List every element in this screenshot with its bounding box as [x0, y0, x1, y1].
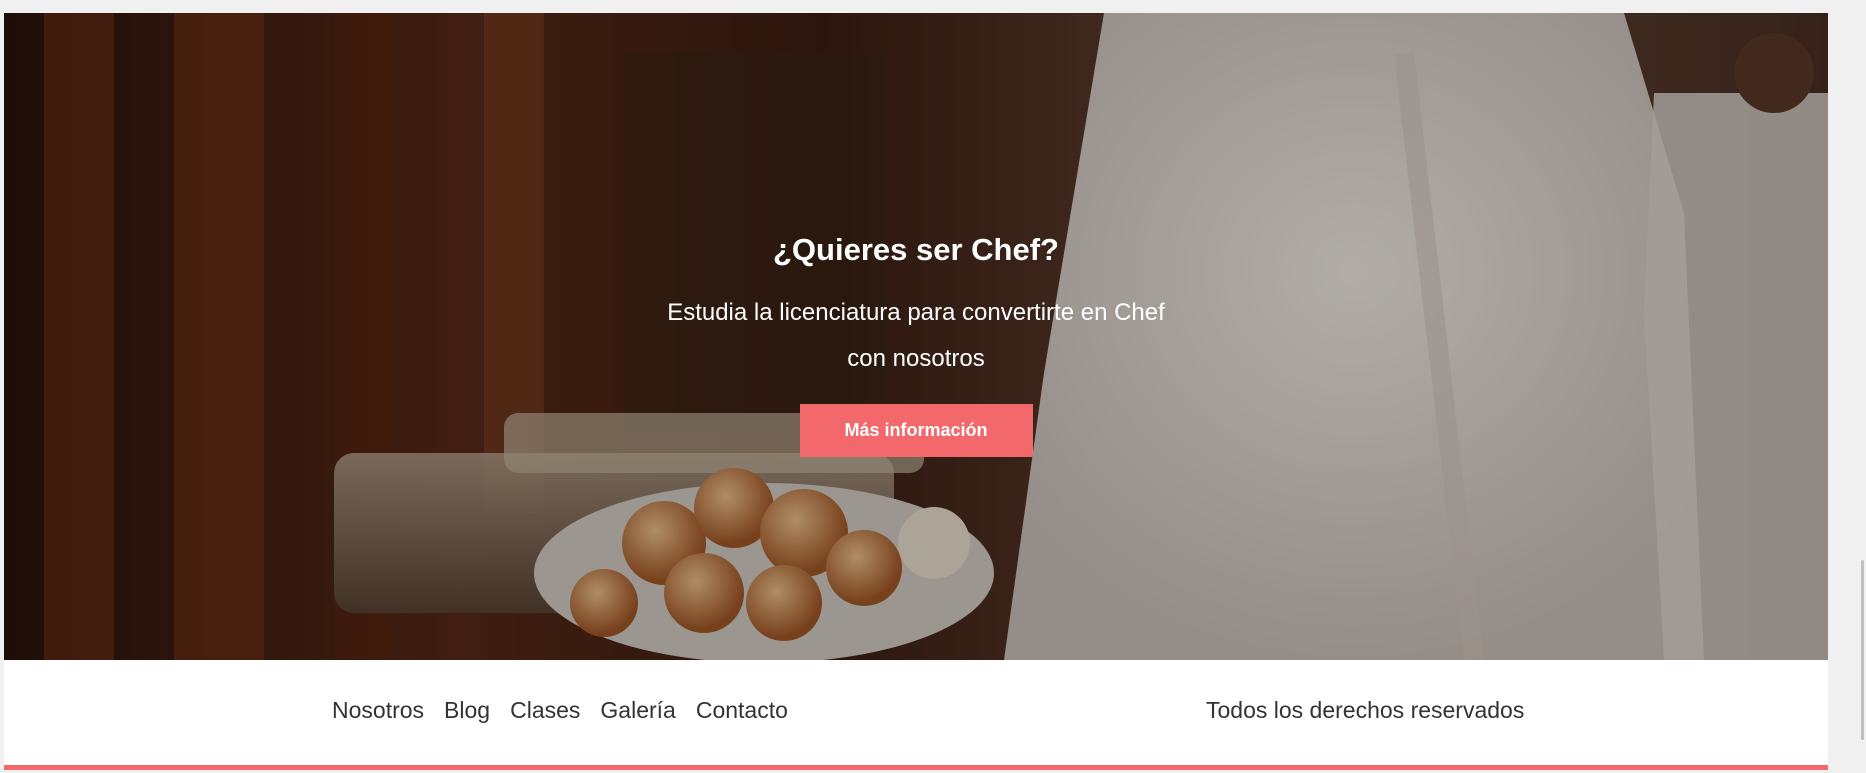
hero-subtitle: Estudia la licenciatura para convertirte…	[667, 299, 1165, 373]
footer-link-clases[interactable]: Clases	[510, 697, 580, 724]
footer-accent-bar	[4, 765, 1828, 770]
footer: Nosotros Blog Clases Galería Contacto To…	[4, 660, 1828, 765]
footer-link-contacto[interactable]: Contacto	[696, 697, 788, 724]
footer-link-galeria[interactable]: Galería	[600, 697, 675, 724]
scrollbar-thumb[interactable]	[1861, 560, 1864, 740]
copyright-text: Todos los derechos reservados	[1206, 697, 1525, 723]
footer-nav: Nosotros Blog Clases Galería Contacto	[332, 697, 788, 724]
top-strip	[0, 0, 1866, 13]
footer-link-nosotros[interactable]: Nosotros	[332, 697, 424, 724]
footer-link-blog[interactable]: Blog	[444, 697, 490, 724]
page: ¿Quieres ser Chef? Estudia la licenciatu…	[0, 0, 1866, 773]
hero-title: ¿Quieres ser Chef?	[773, 232, 1059, 267]
hero-content: ¿Quieres ser Chef? Estudia la licenciatu…	[4, 231, 1828, 458]
more-info-button[interactable]: Más información	[799, 404, 1033, 458]
hero-section: ¿Quieres ser Chef? Estudia la licenciatu…	[4, 13, 1828, 660]
